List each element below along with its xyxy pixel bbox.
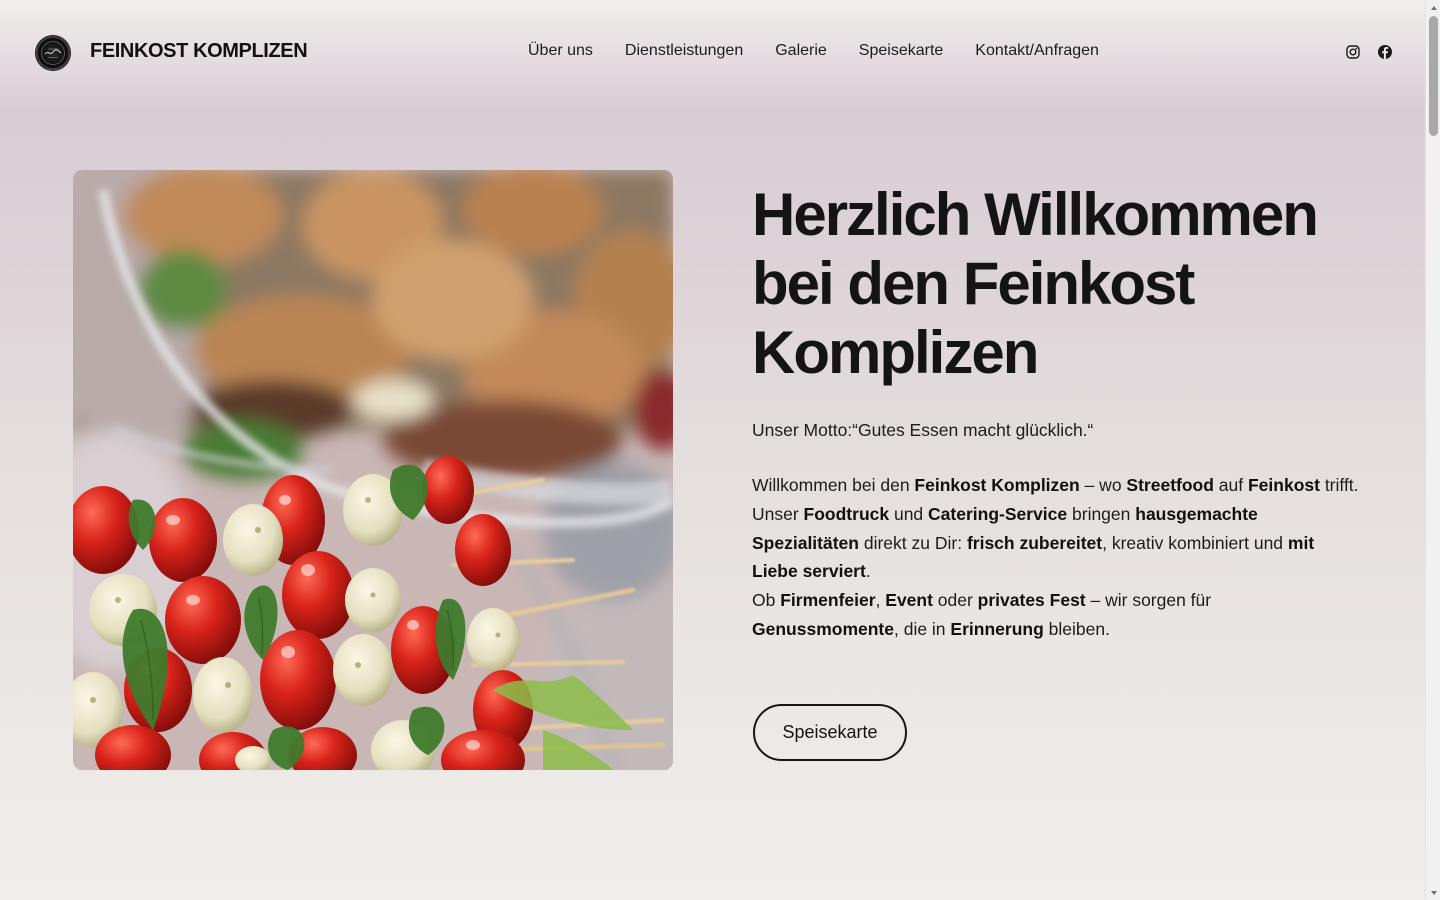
intro-text-run: direkt zu Dir:	[858, 532, 967, 553]
intro-text-run: , die in	[893, 618, 951, 639]
nav-item-kontakt[interactable]: Kontakt/Anfragen	[975, 42, 1099, 60]
intro-emphasis: Streetfood	[1126, 475, 1214, 495]
instagram-icon[interactable]	[1345, 44, 1361, 60]
intro-text-run: ,	[875, 590, 886, 611]
intro-emphasis: Event	[885, 590, 933, 611]
intro-line-3: Ob Firmenfeier, Event oder privates Fest…	[752, 586, 1362, 644]
nav-item-dienstleistungen[interactable]: Dienstleistungen	[625, 42, 743, 60]
intro-text-run: und	[889, 503, 929, 524]
facebook-icon[interactable]	[1377, 44, 1393, 60]
intro-emphasis: Catering-Service	[928, 503, 1068, 524]
vertical-scrollbar[interactable]	[1425, 0, 1440, 900]
intro-emphasis: frisch zubereitet	[966, 532, 1103, 553]
intro-emphasis: Genussmomente	[752, 618, 894, 639]
intro-emphasis: Erinnerung	[950, 618, 1044, 639]
intro-emphasis: Feinkost Komplizen	[914, 475, 1080, 495]
nav-item-speisekarte[interactable]: Speisekarte	[859, 42, 944, 60]
speisekarte-button[interactable]: Speisekarte	[753, 704, 907, 761]
intro-text-run: – wir sorgen für	[1085, 590, 1212, 611]
intro-text: Willkommen bei den Feinkost Komplizen – …	[752, 471, 1362, 644]
intro-emphasis: Foodtruck	[803, 503, 890, 524]
intro-text-run: , kreativ kombiniert und	[1102, 532, 1288, 553]
intro-emphasis: privates Fest	[977, 590, 1086, 611]
scrollbar-thumb[interactable]	[1429, 16, 1438, 136]
intro-text-run: oder	[932, 590, 978, 611]
intro-emphasis: Firmenfeier	[780, 590, 876, 611]
intro-text-run: bringen	[1067, 503, 1136, 524]
nav-item-ueber-uns[interactable]: Über uns	[528, 42, 593, 60]
intro-emphasis: Feinkost	[1247, 475, 1320, 495]
food-skewers-photo	[73, 170, 673, 770]
intro-text-run: Ob	[752, 590, 781, 611]
motto-text: Unser Motto:“Gutes Essen macht glücklich…	[752, 420, 1094, 440]
intro-text-run: – wo	[1079, 475, 1127, 495]
nav-item-galerie[interactable]: Galerie	[775, 42, 827, 60]
site-header: FEINKOST KOMPLIZEN Über uns Dienstleistu…	[0, 0, 1425, 104]
scroll-up-arrow-icon[interactable]	[1426, 0, 1440, 15]
intro-text-run: auf	[1213, 475, 1248, 495]
hero-title: Herzlich Willkommen bei den Feinkost Kom…	[752, 181, 1319, 386]
scroll-down-arrow-icon[interactable]	[1426, 885, 1440, 900]
intro-text-run: bleiben.	[1043, 618, 1110, 639]
intro-text-run: Unser	[752, 503, 804, 524]
main-nav: Über uns Dienstleistungen Galerie Speise…	[528, 42, 1099, 60]
brand-name[interactable]: FEINKOST KOMPLIZEN	[90, 40, 308, 63]
intro-text-run: trifft.	[1319, 475, 1359, 495]
page: FEINKOST KOMPLIZEN Über uns Dienstleistu…	[0, 0, 1425, 900]
brand-logo-icon[interactable]	[36, 36, 70, 70]
intro-text-run: Willkommen bei den	[752, 475, 915, 495]
intro-text-run: .	[865, 561, 871, 582]
intro-line-1: Willkommen bei den Feinkost Komplizen – …	[752, 471, 1362, 500]
intro-line-2: Unser Foodtruck und Catering-Service bri…	[752, 500, 1362, 586]
